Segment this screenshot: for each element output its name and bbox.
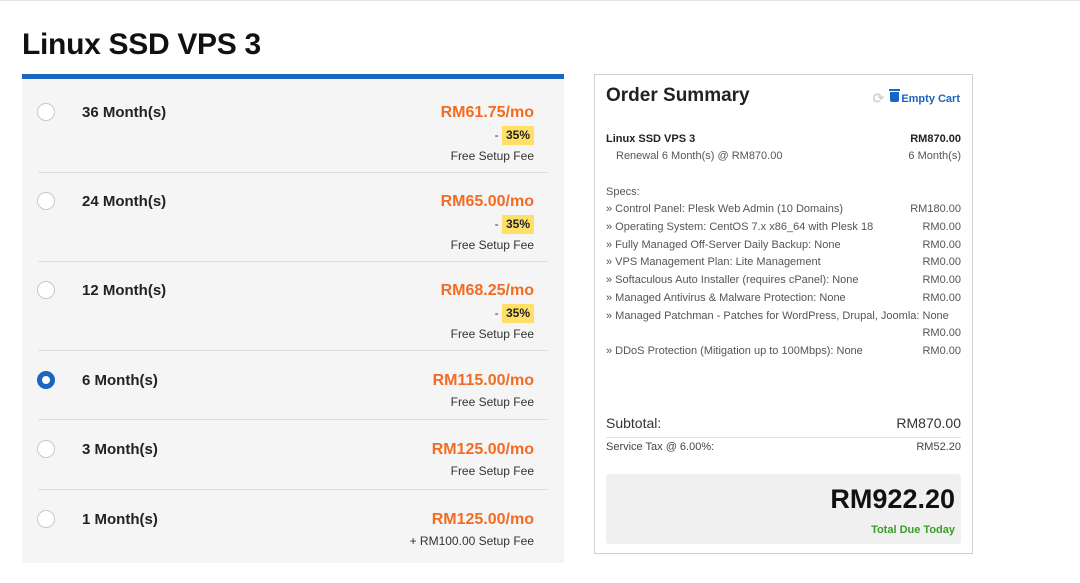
subtotal-row: Subtotal: RM870.00 <box>606 415 961 431</box>
empty-cart-button[interactable]: Empty Cart <box>889 89 960 105</box>
cycle-radio-12[interactable] <box>37 281 55 299</box>
summary-product-row: Linux SSD VPS 3 RM870.00 <box>606 132 961 146</box>
cycle-price: RM115.00/mo <box>432 372 534 389</box>
cycle-radio-3[interactable] <box>37 440 55 458</box>
spec-price: RM0.00 <box>922 345 961 357</box>
spec-row: » Operating System: CentOS 7.x x86_64 wi… <box>606 220 961 234</box>
cart-actions: ⟳ Empty Cart <box>872 89 960 107</box>
cycle-discount: - 35% <box>441 303 534 323</box>
cycle-label: 36 Month(s) <box>82 104 167 121</box>
cycle-discount: - 35% <box>441 214 534 234</box>
summary-product-name: Linux SSD VPS 3 <box>606 133 696 145</box>
tax-value: RM52.20 <box>916 441 961 453</box>
cycle-price: RM61.75/mo <box>440 104 534 121</box>
divider <box>38 350 548 351</box>
total-box: RM922.20 Total Due Today <box>606 474 961 544</box>
spec-price: RM0.00 <box>922 239 961 251</box>
divider <box>38 419 548 420</box>
spec-row: » Managed Patchman - Patches for WordPre… <box>606 309 961 323</box>
spec-label: » Managed Antivirus & Malware Protection… <box>606 292 846 304</box>
refresh-icon: ⟳ <box>872 90 885 106</box>
specs-heading: Specs: <box>606 186 640 198</box>
spec-label: » Control Panel: Plesk Web Admin (10 Dom… <box>606 203 844 215</box>
cycle-radio-36[interactable] <box>37 103 55 121</box>
cycle-discount: - 35% <box>441 125 534 145</box>
discount-badge: 35% <box>501 126 534 145</box>
discount-badge: 35% <box>501 304 534 323</box>
spec-price: RM0.00 <box>922 221 961 233</box>
specs-heading-row: Specs: <box>606 185 961 199</box>
spec-row: » Softaculous Auto Installer (requires c… <box>606 273 961 287</box>
divider <box>38 489 548 490</box>
divider <box>606 437 961 438</box>
cycle-price: RM125.00/mo <box>431 441 534 458</box>
cycle-label: 3 Month(s) <box>82 441 158 458</box>
summary-renewal: Renewal 6 Month(s) @ RM870.00 <box>616 150 783 162</box>
cycle-price: RM65.00/mo <box>440 193 534 210</box>
cycle-price: RM125.00/mo <box>431 511 534 528</box>
billing-cycle-panel: 36 Month(s) RM61.75/mo - 35% Free Setup … <box>22 74 564 563</box>
cycle-label: 6 Month(s) <box>82 372 158 389</box>
tax-row: Service Tax @ 6.00%: RM52.20 <box>606 441 961 453</box>
order-summary-title: Order Summary <box>606 85 750 106</box>
cycle-setup-fee: + RM100.00 Setup Fee <box>409 534 534 548</box>
spec-row: RM0.00 <box>606 326 961 340</box>
divider <box>38 261 548 262</box>
spec-row: » Control Panel: Plesk Web Admin (10 Dom… <box>606 202 961 216</box>
discount-badge: 35% <box>501 215 534 234</box>
page-title: Linux SSD VPS 3 <box>22 28 261 61</box>
spec-label: » Softaculous Auto Installer (requires c… <box>606 274 859 286</box>
trash-icon <box>889 89 901 102</box>
spec-label: » VPS Management Plan: Lite Management <box>606 256 821 268</box>
cycle-setup-fee: Free Setup Fee <box>450 395 534 409</box>
spec-label: » Managed Patchman - Patches for WordPre… <box>606 310 949 322</box>
top-divider <box>0 0 1080 1</box>
spec-price: RM180.00 <box>910 203 961 215</box>
cycle-setup-fee: Free Setup Fee <box>450 464 534 478</box>
spec-row: » Fully Managed Off-Server Daily Backup:… <box>606 238 961 252</box>
cycle-price: RM68.25/mo <box>440 282 534 299</box>
subtotal-value: RM870.00 <box>896 415 961 431</box>
cycle-radio-24[interactable] <box>37 192 55 210</box>
summary-renewal-row: Renewal 6 Month(s) @ RM870.00 6 Month(s) <box>606 149 961 163</box>
order-summary: Order Summary ⟳ Empty Cart Linux SSD VPS… <box>594 74 973 554</box>
cycle-label: 12 Month(s) <box>82 282 167 299</box>
spec-price: RM0.00 <box>922 256 961 268</box>
cycle-setup-fee: Free Setup Fee <box>450 238 534 252</box>
spec-price: RM0.00 <box>922 274 961 286</box>
cycle-label: 1 Month(s) <box>82 511 158 528</box>
spec-row: » DDoS Protection (Mitigation up to 100M… <box>606 344 961 358</box>
spec-label: » Fully Managed Off-Server Daily Backup:… <box>606 239 841 251</box>
spec-row: » VPS Management Plan: Lite Management RM… <box>606 255 961 269</box>
cycle-setup-fee: Free Setup Fee <box>450 327 534 341</box>
summary-product-price: RM870.00 <box>910 133 961 145</box>
cycle-label: 24 Month(s) <box>82 193 167 210</box>
spec-row: » Managed Antivirus & Malware Protection… <box>606 291 961 305</box>
spec-label: » DDoS Protection (Mitigation up to 100M… <box>606 345 863 357</box>
subtotal-label: Subtotal: <box>606 415 662 431</box>
tax-label: Service Tax @ 6.00%: <box>606 441 715 453</box>
spec-label: » Operating System: CentOS 7.x x86_64 wi… <box>606 221 874 233</box>
total-amount: RM922.20 <box>830 484 955 514</box>
summary-renewal-cycle: 6 Month(s) <box>908 150 961 162</box>
divider <box>38 172 548 173</box>
spec-price: RM0.00 <box>922 292 961 304</box>
cycle-radio-6[interactable] <box>37 371 55 389</box>
cycle-setup-fee: Free Setup Fee <box>450 149 534 163</box>
cycle-radio-1[interactable] <box>37 510 55 528</box>
total-due-label: Total Due Today <box>871 524 955 536</box>
spec-price: RM0.00 <box>922 327 961 339</box>
